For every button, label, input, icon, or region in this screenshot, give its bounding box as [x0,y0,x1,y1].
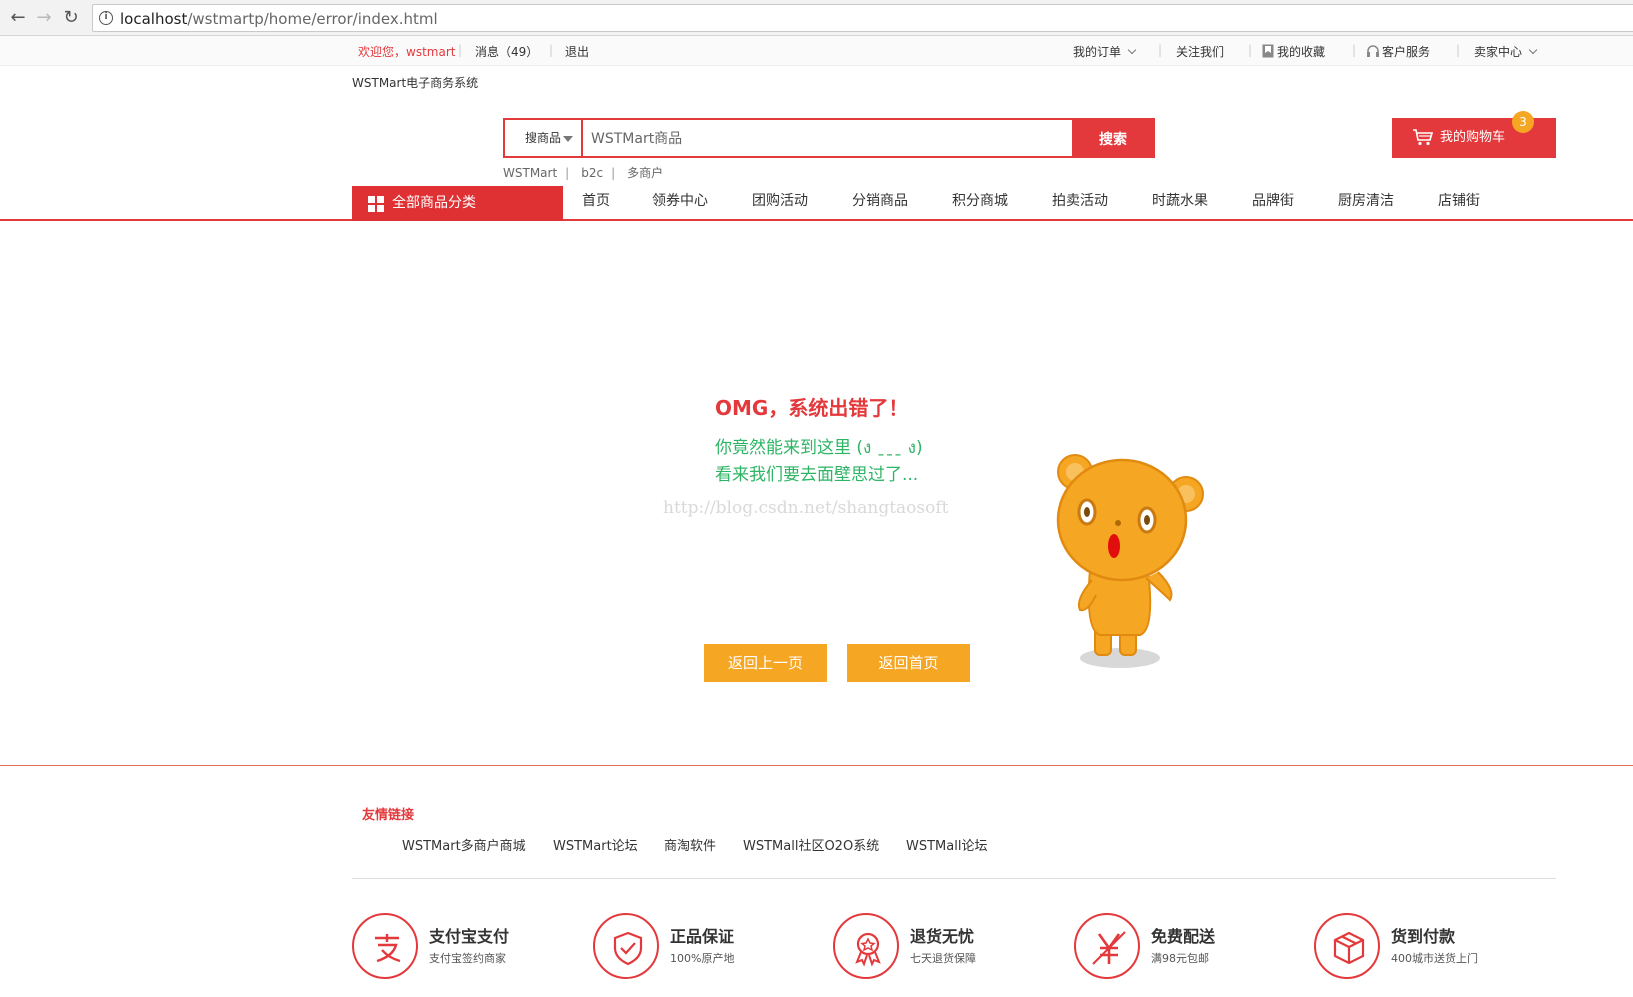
logout-link[interactable]: 退出 [565,43,589,60]
divider: | [1248,43,1253,57]
seller-center-menu[interactable]: 卖家中心 [1474,43,1538,60]
caret-down-icon [563,136,573,142]
feature-subtitle: 100%原产地 [670,952,735,965]
section-divider [0,765,1633,766]
chevron-down-icon [1528,45,1538,55]
friend-links-title: 友情链接 [362,808,415,823]
friend-link[interactable]: WSTMart论坛 [553,835,638,854]
feature-subtitle: 七天退货保障 [910,952,976,965]
search-type-select[interactable]: 搜商品 [505,120,583,156]
bear-mascot-image [1056,454,1204,668]
feature-returns: 退货无忧 七天退货保障 [833,913,1053,983]
customer-service-link[interactable]: 客户服务 [1366,43,1430,60]
alipay-icon [352,913,418,979]
messages-link[interactable]: 消息（49） [475,43,538,60]
cart-button[interactable]: 我的购物车 3 [1392,111,1556,158]
feature-title: 正品保证 [670,927,735,946]
cart-count-badge: 3 [1512,111,1534,133]
nav-item-kitchen[interactable]: 厨房清洁 [1338,186,1394,221]
nav-item-points-mall[interactable]: 积分商城 [952,186,1008,221]
feature-title: 支付宝支付 [429,927,510,946]
divider: | [565,166,570,180]
friend-link[interactable]: WSTMall论坛 [906,835,987,854]
follow-us-link[interactable]: 关注我们 [1176,43,1224,60]
award-ribbon-icon [833,913,899,979]
cart-label: 我的购物车 [1440,130,1506,145]
watermark-text: http://blog.csdn.net/shangtaosoft [663,498,949,518]
friend-link[interactable]: WSTMall社区O2O系统 [743,835,879,854]
url-text: localhost/wstmartp/home/error/index.html [120,10,438,28]
hot-word[interactable]: WSTMart [503,166,557,180]
hot-word[interactable]: 多商户 [627,166,663,180]
feature-alipay: 支付宝支付 支付宝签约商家 [352,913,572,983]
chevron-down-icon [1127,45,1137,55]
nav-item-auction[interactable]: 拍卖活动 [1052,186,1108,221]
top-bar: 欢迎您，wstmart | 消息（49） | 退出 我的订单 | 关注我们 | … [0,36,1633,66]
search-input[interactable] [585,120,1071,156]
feature-genuine: 正品保证 100%原产地 [593,913,813,983]
welcome-text[interactable]: 欢迎您，wstmart [358,43,455,60]
divider: | [1352,43,1357,57]
forward-arrow-icon[interactable]: → [32,6,56,30]
divider: | [1158,43,1163,57]
box-icon [1314,913,1380,979]
error-message: 你竟然能来到这里 (ง ˍˍˍ ง) [715,438,923,458]
feature-title: 退货无忧 [910,927,975,946]
feature-title: 货到付款 [1391,927,1456,946]
bookmark-icon [1262,44,1274,58]
back-arrow-icon[interactable]: ← [6,6,30,30]
search-button[interactable]: 搜索 [1072,118,1154,158]
shield-check-icon [593,913,659,979]
address-bar[interactable]: i localhost/wstmartp/home/error/index.ht… [92,4,1633,32]
nav-item-group-buy[interactable]: 团购活动 [752,186,808,221]
headset-icon [1367,45,1379,57]
nav-item-brands[interactable]: 品牌街 [1252,186,1294,221]
info-icon[interactable]: i [99,11,113,25]
nav-item-shops[interactable]: 店铺街 [1438,186,1480,221]
feature-free-shipping: 免费配送 满98元包邮 [1074,913,1294,983]
feature-subtitle: 支付宝签约商家 [429,952,506,965]
divider: | [1456,43,1461,57]
hot-word[interactable]: b2c [581,166,603,180]
divider: | [458,43,463,57]
main-nav: 全部商品分类 首页 领券中心 团购活动 分销商品 积分商城 拍卖活动 时蔬水果 … [0,186,1633,221]
nav-item-fruits[interactable]: 时蔬水果 [1152,186,1208,221]
feature-cod: 货到付款 400城市送货上门 [1314,913,1534,983]
divider: | [611,166,616,180]
hot-words: WSTMart | b2c | 多商户 [503,164,671,181]
feature-subtitle: 满98元包邮 [1151,952,1209,965]
error-message: 看来我们要去面壁思过了... [715,465,919,485]
reload-icon[interactable]: ↻ [59,6,83,30]
cart-icon [1413,129,1434,146]
grid-icon [368,196,384,212]
my-orders-menu[interactable]: 我的订单 [1073,43,1137,60]
section-divider [352,878,1556,879]
all-categories-button[interactable]: 全部商品分类 [352,186,563,221]
home-button[interactable]: 返回首页 [847,644,970,682]
divider: | [549,43,554,57]
error-title: OMG，系统出错了！ [715,396,909,420]
friend-link[interactable]: 商淘软件 [664,835,716,854]
nav-item-home[interactable]: 首页 [582,186,610,221]
yen-icon [1074,913,1140,979]
nav-item-distribution[interactable]: 分销商品 [852,186,908,221]
search-form: 搜商品 [503,118,1155,158]
site-name[interactable]: WSTMart电子商务系统 [352,74,478,91]
back-button[interactable]: 返回上一页 [704,644,827,682]
feature-title: 免费配送 [1151,927,1216,946]
friend-link[interactable]: WSTMart多商户商城 [402,835,526,854]
nav-item-coupons[interactable]: 领券中心 [652,186,708,221]
favorites-link[interactable]: 我的收藏 [1262,43,1325,60]
feature-subtitle: 400城市送货上门 [1391,952,1478,965]
browser-toolbar: ← → ↻ i localhost/wstmartp/home/error/in… [0,0,1633,36]
